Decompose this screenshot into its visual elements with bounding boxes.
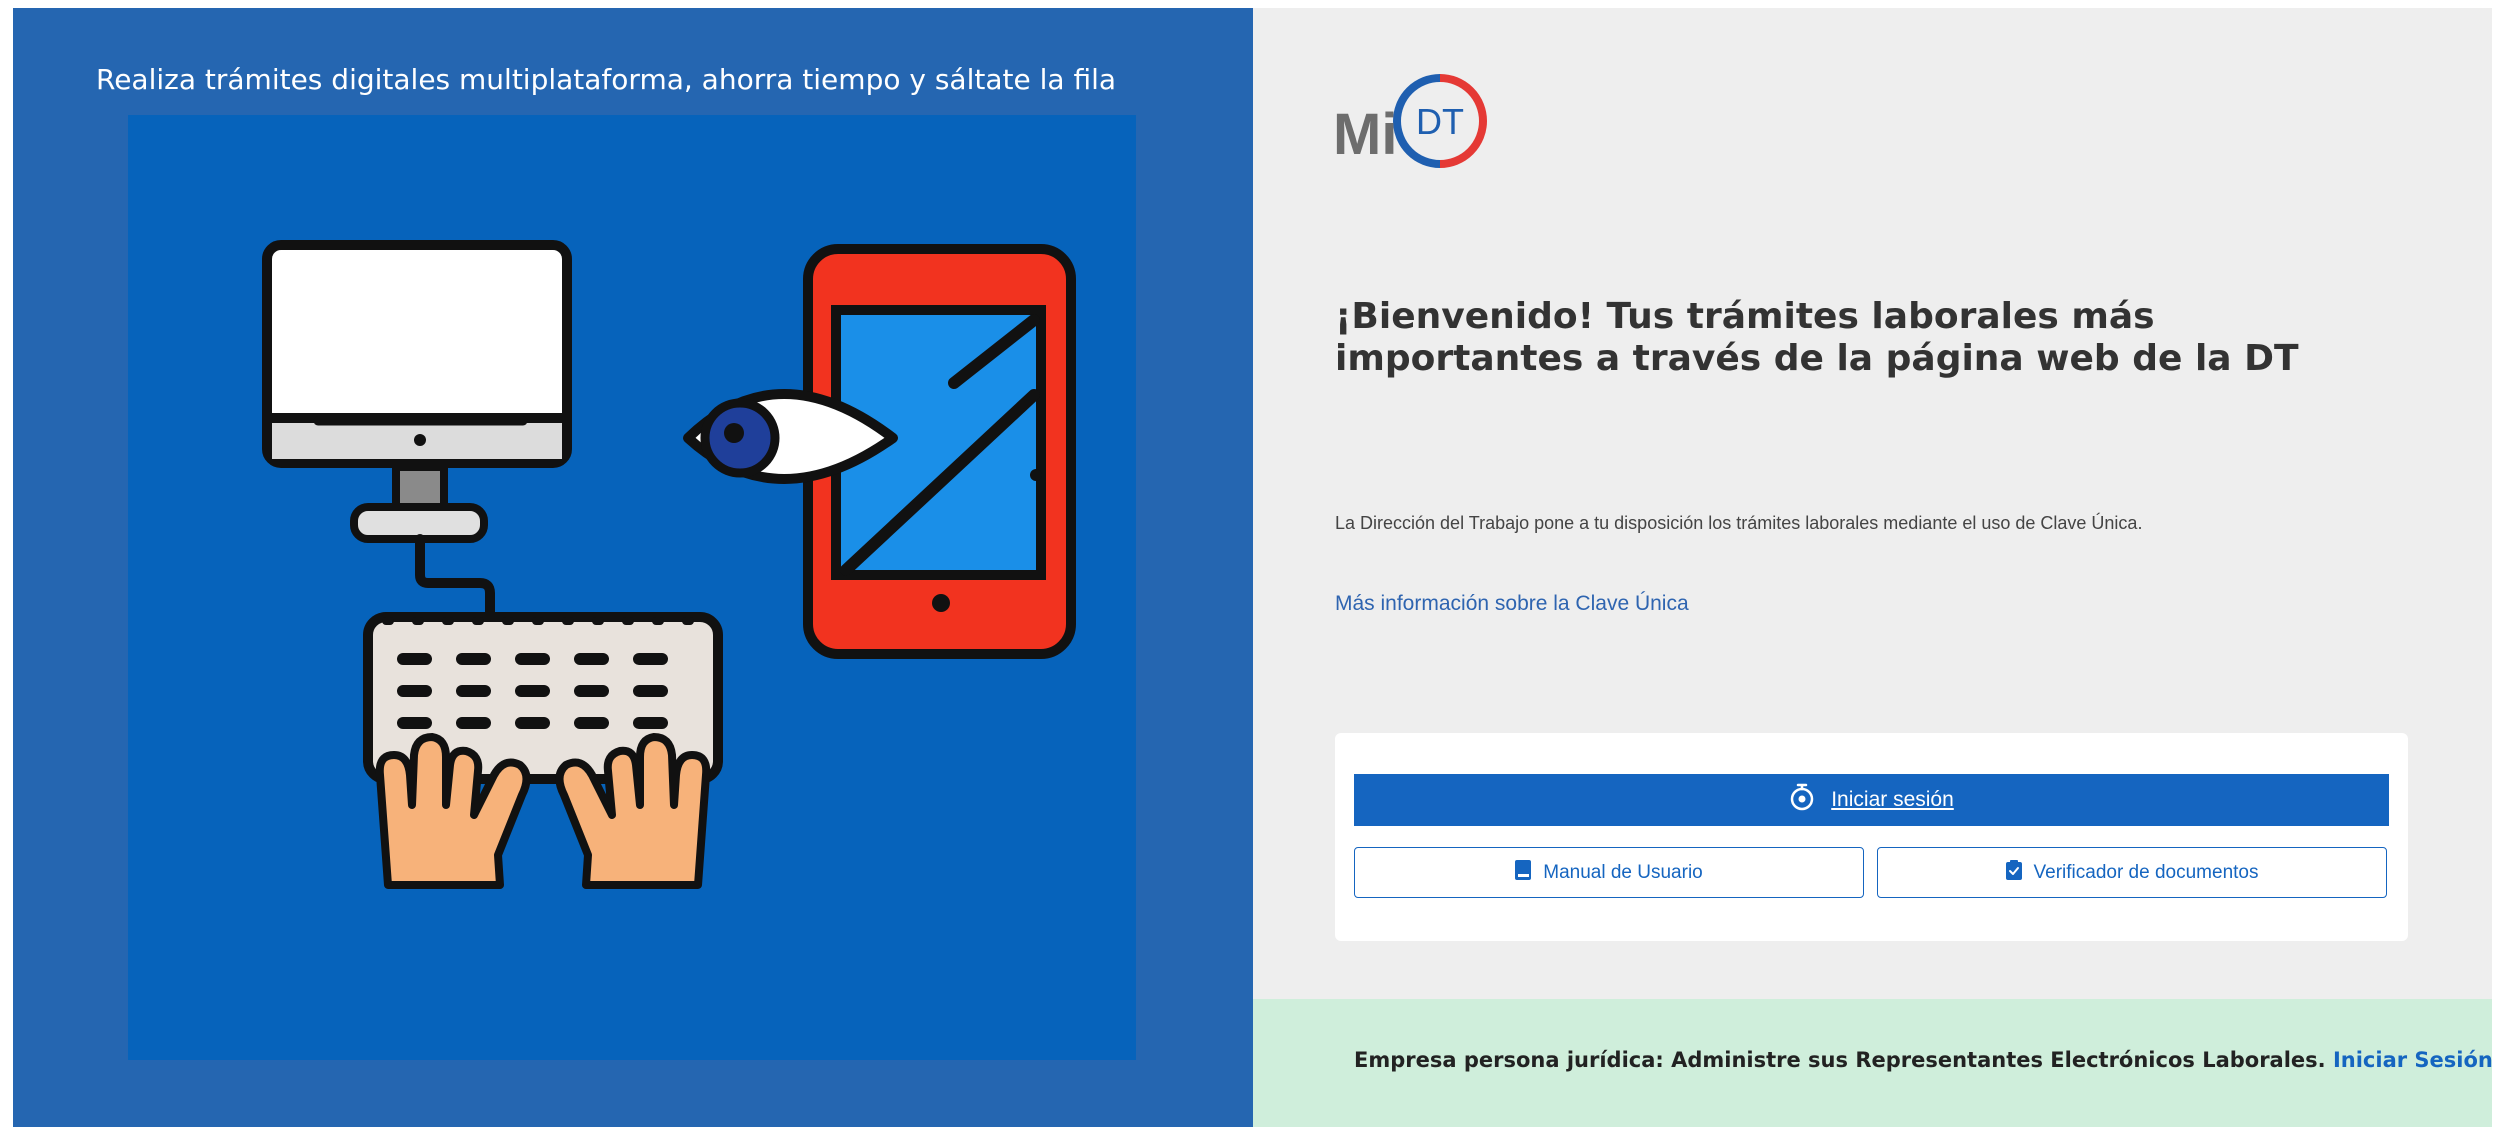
logo-graphic: Mi DT <box>1333 74 1487 168</box>
mi-dt-logo: Mi DT <box>1333 72 1508 172</box>
company-footer-message: Empresa persona jurídica: Administre sus… <box>1354 1048 2326 1072</box>
company-footer-text: Empresa persona jurídica: Administre sus… <box>1354 1048 2493 1072</box>
left-panel: Realiza trámites digitales multiplatafor… <box>13 8 1253 1127</box>
user-manual-button[interactable]: Manual de Usuario <box>1354 847 1864 898</box>
left-tagline: Realiza trámites digitales multiplatafor… <box>96 63 1117 96</box>
clave-unica-info-link[interactable]: Más información sobre la Clave Única <box>1335 592 1689 616</box>
devices-illustration <box>262 240 1076 889</box>
document-verifier-label: Verificador de documentos <box>2033 861 2259 883</box>
company-login-link[interactable]: Iniciar Sesión <box>2333 1048 2493 1072</box>
login-button-label: Iniciar sesión <box>1831 788 1954 811</box>
login-button[interactable]: Iniciar sesión <box>1354 774 2389 826</box>
keyboard-icon <box>363 612 723 889</box>
page-frame: Realiza trámites digitales multiplatafor… <box>13 8 2493 1127</box>
document-verifier-button[interactable]: Verificador de documentos <box>1877 847 2387 898</box>
clipboard-check-icon <box>2005 859 2022 886</box>
intro-text: La Dirección del Trabajo pone a tu dispo… <box>1335 513 2143 533</box>
book-icon <box>1515 859 1532 886</box>
monitor-icon <box>262 240 572 620</box>
illustration <box>128 115 1136 1060</box>
welcome-title: ¡Bienvenido! Tus trámites laborales más … <box>1335 296 2299 379</box>
clave-unica-icon <box>1789 782 1815 818</box>
right-panel: Mi DT ¡Bienvenido! Tus trámites laborale… <box>1253 8 2493 1127</box>
login-card: Iniciar sesión Manual de Usuario Verific… <box>1335 733 2408 941</box>
logo-text-dt: DT <box>1416 101 1464 142</box>
user-manual-label: Manual de Usuario <box>1543 861 1703 883</box>
logo-text-mi: Mi <box>1333 102 1397 167</box>
company-footer-bar: Empresa persona jurídica: Administre sus… <box>1253 999 2493 1127</box>
